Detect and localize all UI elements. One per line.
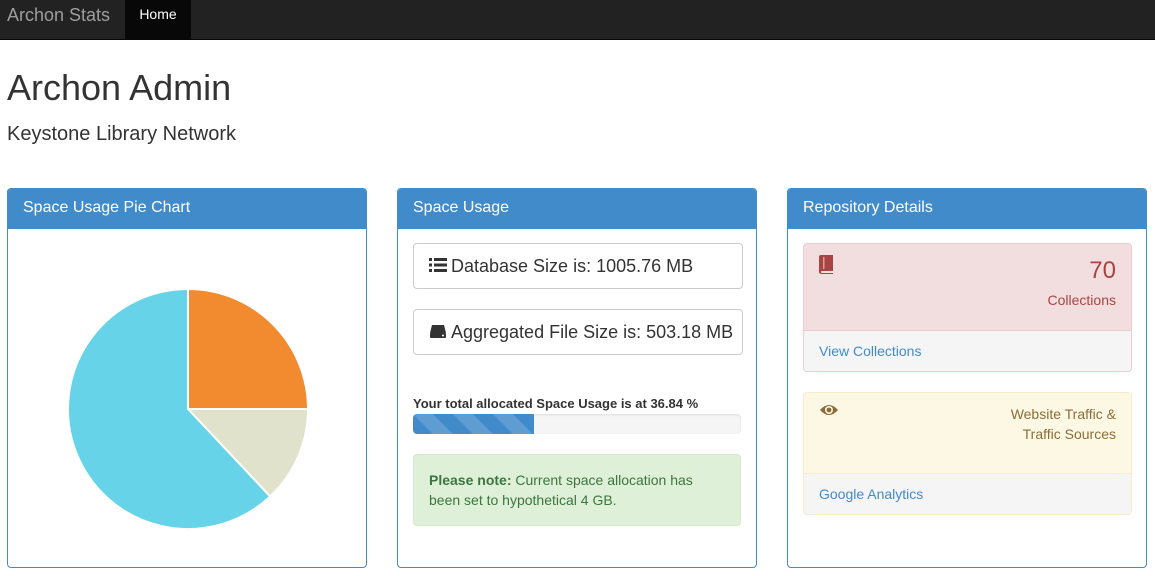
database-size-text: Database Size is: 1005.76 MB: [451, 256, 694, 276]
space-usage-pie-chart: [67, 287, 310, 530]
traffic-label: Website Traffic & Traffic Sources: [1010, 406, 1116, 442]
space-usage-pie-panel: Space Usage Pie Chart: [7, 188, 367, 568]
google-analytics-link[interactable]: Google Analytics: [804, 474, 1131, 514]
page-title: Archon Admin: [7, 67, 232, 108]
pie-slice-1: [187, 287, 310, 410]
pie-panel-heading: Space Usage Pie Chart: [8, 189, 366, 229]
top-navbar: Archon Stats Home: [0, 0, 1155, 40]
traffic-card-body: Website Traffic & Traffic Sources: [804, 393, 1131, 474]
collections-label: Collections: [1047, 292, 1116, 308]
collections-count: 70: [1089, 257, 1116, 284]
nav-home-tab[interactable]: Home: [125, 0, 191, 39]
traffic-card: Website Traffic & Traffic Sources Google…: [803, 392, 1132, 515]
list-icon: [429, 258, 447, 273]
usage-label: Your total allocated Space Usage is at 3…: [413, 396, 699, 411]
navbar-brand[interactable]: Archon Stats: [7, 5, 110, 25]
repo-panel-heading: Repository Details: [788, 189, 1146, 229]
usage-progress: [413, 414, 741, 434]
file-size-text: Aggregated File Size is: 503.18 MB: [451, 322, 734, 342]
usage-progress-bar: [413, 414, 534, 434]
space-note-alert: Please note: Current space allocation ha…: [413, 454, 741, 526]
collections-card-body: 70 Collections: [804, 244, 1131, 331]
repository-details-panel: Repository Details 70 Collections View C…: [787, 188, 1147, 568]
view-collections-link[interactable]: View Collections: [804, 331, 1131, 371]
page-subtitle: Keystone Library Network: [7, 123, 236, 145]
book-icon: [819, 255, 833, 274]
space-panel-heading: Space Usage: [398, 189, 756, 229]
space-usage-panel: Space Usage Database Size is: 1005.76 MB…: [397, 188, 757, 568]
collections-card: 70 Collections View Collections: [803, 243, 1132, 372]
note-bold-label: Please note:: [429, 472, 512, 488]
file-size-box: Aggregated File Size is: 503.18 MB: [413, 309, 743, 355]
eye-icon: [820, 405, 838, 415]
hard-drive-icon: [430, 325, 446, 339]
database-size-box: Database Size is: 1005.76 MB: [413, 243, 743, 289]
